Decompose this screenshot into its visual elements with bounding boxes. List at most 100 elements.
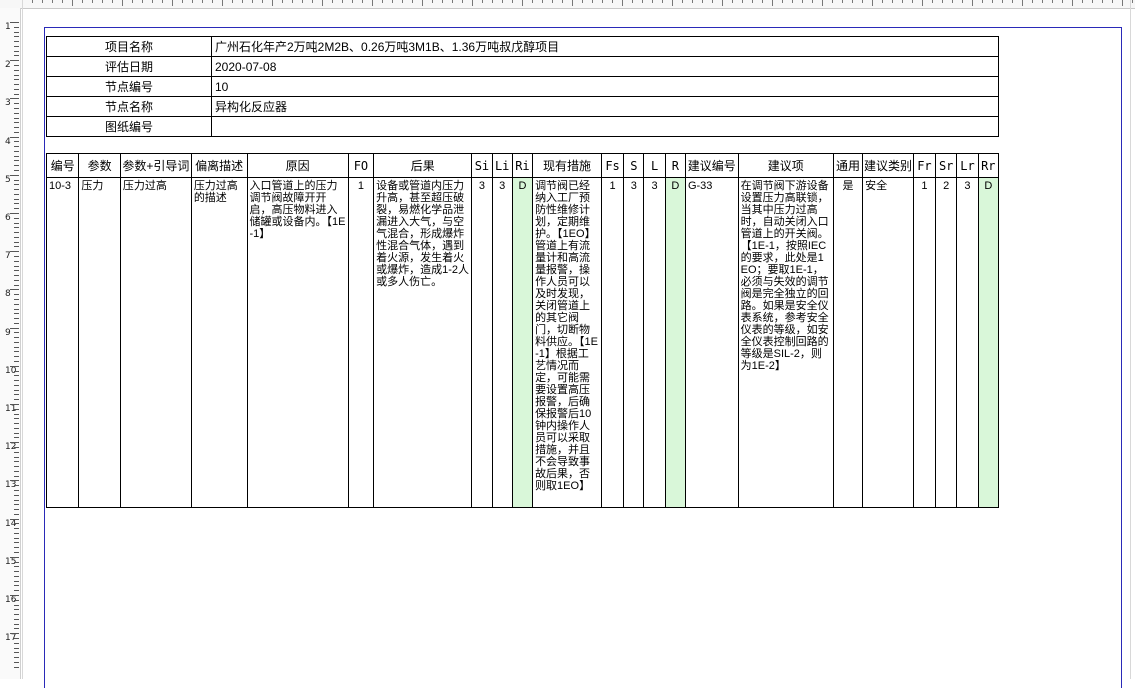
ruler-tick xyxy=(14,408,19,410)
ruler-tick xyxy=(642,0,643,3)
ruler-tick xyxy=(14,513,19,515)
cell-recommendation[interactable]: 在调节阀下游设备设置压力高联锁，当其中压力过高时，自动关闭入口管道上的开关阀。【… xyxy=(737,177,834,508)
ruler-tick xyxy=(1112,0,1113,3)
cell-rr[interactable]: D xyxy=(977,177,1000,508)
ruler-tick xyxy=(14,542,19,544)
ruler-number: 6 xyxy=(5,213,11,223)
col-header: Fs xyxy=(600,153,625,178)
cell-general[interactable]: 是 xyxy=(832,177,864,508)
ruler-tick xyxy=(14,265,19,267)
ruler-tick xyxy=(1102,0,1103,3)
ruler-tick xyxy=(572,0,573,6)
ruler-tick xyxy=(802,0,803,3)
hazop-table: 编号 参数 参数+引导词 偏离描述 原因 FO 后果 Si Li Ri 现有措施… xyxy=(45,153,1000,508)
ruler-tick xyxy=(622,0,623,6)
cell-category[interactable]: 安全 xyxy=(862,177,914,508)
ruler-tick xyxy=(14,165,19,167)
ruler-tick xyxy=(14,232,19,234)
col-header: 建议项 xyxy=(737,153,834,178)
cell-id[interactable]: 10-3 xyxy=(45,177,80,508)
ruler-tick xyxy=(14,332,19,334)
cell-measures[interactable]: 调节阀已经纳入工厂预防性维修计划，定期维护。【1EO】管道上有流量计和高流量报警… xyxy=(532,177,602,508)
ruler-tick xyxy=(862,0,863,3)
ruler-tick xyxy=(14,279,19,281)
ruler-tick xyxy=(14,399,19,401)
ruler-tick xyxy=(14,446,19,448)
cell-consequence[interactable]: 设备或管道内压力升高，甚至超压破裂，易燃化学品泄漏进入大气，与空气混合，形成爆炸… xyxy=(373,177,473,508)
ruler-tick xyxy=(14,370,19,372)
col-header: 现有措施 xyxy=(532,153,602,178)
ruler-tick xyxy=(14,275,19,277)
col-header: 参数+引导词 xyxy=(119,153,192,178)
col-header: FO xyxy=(347,153,375,178)
cell-fo[interactable]: 1 xyxy=(347,177,375,508)
ruler-tick xyxy=(552,0,553,3)
col-header: Ri xyxy=(511,153,534,178)
info-value[interactable]: 广州石化年产2万吨2M2B、0.26万吨3M1B、1.36万吨叔戊醇项目 xyxy=(211,36,999,57)
cell-fr[interactable]: 1 xyxy=(912,177,937,508)
cell-param-guide[interactable]: 压力过高 xyxy=(119,177,192,508)
ruler-number: 9 xyxy=(5,327,11,338)
ruler-tick xyxy=(562,0,563,3)
ruler-tick xyxy=(10,633,19,635)
ruler-tick xyxy=(14,227,19,229)
cell-li[interactable]: 3 xyxy=(491,177,513,508)
ruler-tick xyxy=(1002,0,1003,3)
ruler-tick xyxy=(14,418,19,420)
cell-rec-id[interactable]: G-33 xyxy=(684,177,739,508)
ruler-tick xyxy=(792,0,793,3)
table-header-row: 编号 参数 参数+引导词 偏离描述 原因 FO 后果 Si Li Ri 现有措施… xyxy=(45,153,1000,178)
cell-l[interactable]: 3 xyxy=(643,177,666,508)
ruler-number: 5 xyxy=(5,174,11,185)
ruler-tick xyxy=(14,31,19,33)
ruler-tick xyxy=(472,0,473,6)
ruler-tick xyxy=(122,0,123,6)
ruler-tick xyxy=(14,236,19,238)
ruler-tick xyxy=(10,365,19,367)
info-row-node-name: 节点名称 异构化反应器 xyxy=(46,96,999,117)
ruler-tick xyxy=(14,432,19,434)
ruler-tick xyxy=(692,0,693,3)
cell-si[interactable]: 3 xyxy=(471,177,493,508)
ruler-tick xyxy=(14,170,19,172)
ruler-tick xyxy=(1132,0,1133,3)
cell-fs[interactable]: 1 xyxy=(600,177,625,508)
info-value[interactable]: 10 xyxy=(211,76,999,97)
info-value[interactable]: 2020-07-08 xyxy=(211,56,999,77)
ruler-tick xyxy=(14,614,19,616)
ruler-tick xyxy=(10,556,19,558)
cell-ri[interactable]: D xyxy=(511,177,534,508)
ruler-tick xyxy=(14,284,19,286)
ruler-tick xyxy=(1022,0,1023,6)
ruler-tick xyxy=(14,628,19,630)
cell-lr[interactable]: 3 xyxy=(956,177,979,508)
info-value[interactable] xyxy=(211,116,999,137)
ruler-tick xyxy=(192,0,193,3)
guide-line xyxy=(22,0,23,679)
cell-param[interactable]: 压力 xyxy=(78,177,121,508)
ruler-tick xyxy=(14,346,19,348)
ruler-tick xyxy=(842,0,843,3)
ruler-tick xyxy=(222,0,223,6)
ruler-tick xyxy=(82,0,83,3)
ruler-tick xyxy=(452,0,453,3)
ruler-tick xyxy=(14,55,19,57)
ruler-tick xyxy=(14,179,19,181)
ruler-tick xyxy=(14,485,19,487)
ruler-tick xyxy=(14,193,19,195)
ruler-tick xyxy=(892,0,893,3)
cell-s[interactable]: 3 xyxy=(623,177,645,508)
ruler-tick xyxy=(14,427,19,429)
info-value[interactable]: 异构化反应器 xyxy=(211,96,999,117)
ruler-tick xyxy=(14,131,19,133)
ruler-tick xyxy=(1082,0,1083,3)
ruler-tick xyxy=(10,22,19,23)
info-label: 图纸编号 xyxy=(46,116,212,137)
cell-cause[interactable]: 入口管道上的压力调节阀故障开开启，高压物料进入储罐或设备内。【1E-1】 xyxy=(246,177,349,508)
cell-deviation[interactable]: 压力过高的描述 xyxy=(190,177,248,508)
cell-sr[interactable]: 2 xyxy=(935,177,958,508)
ruler-tick xyxy=(14,361,19,363)
ruler-tick xyxy=(10,518,19,520)
col-header: R xyxy=(664,153,686,178)
cell-r[interactable]: D xyxy=(664,177,686,508)
